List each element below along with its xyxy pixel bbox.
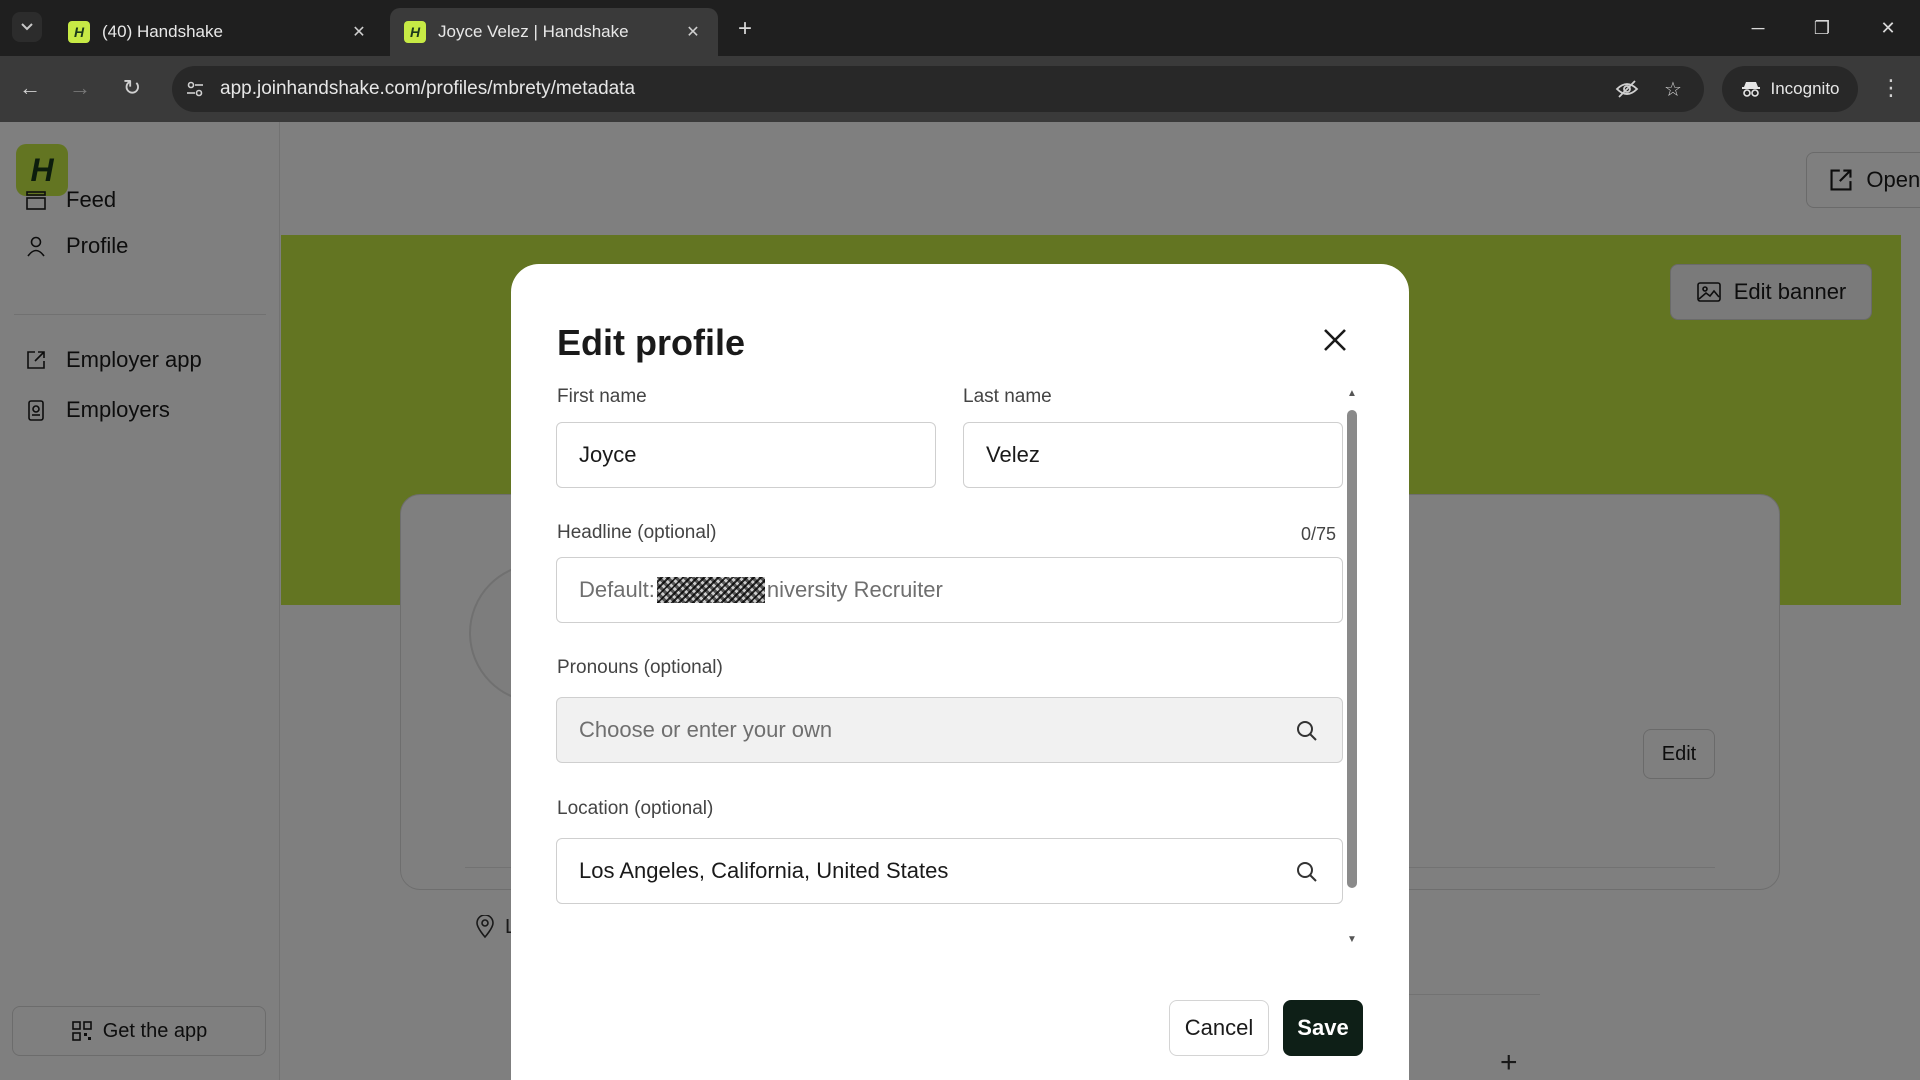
browser-tab-handshake[interactable]: H (40) Handshake ✕: [54, 8, 384, 56]
headline-label: Headline (optional): [557, 522, 717, 543]
tab-title: (40) Handshake: [102, 22, 223, 41]
incognito-indicator[interactable]: Incognito: [1722, 66, 1858, 112]
bookmark-star-icon[interactable]: ☆: [1658, 74, 1688, 104]
eye-off-icon[interactable]: [1612, 74, 1642, 104]
search-icon: [1294, 859, 1320, 885]
window-close-button[interactable]: ✕: [1870, 10, 1906, 46]
minimize-button[interactable]: ─: [1740, 10, 1776, 46]
headline-placeholder-suffix: niversity Recruiter: [766, 577, 943, 602]
scroll-down-arrow[interactable]: ▼: [1345, 934, 1359, 945]
first-name-field[interactable]: Joyce: [556, 422, 936, 488]
incognito-label: Incognito: [1770, 79, 1840, 98]
first-name-label: First name: [557, 386, 647, 407]
close-icon[interactable]: ✕: [682, 21, 704, 43]
dialog-title: Edit profile: [557, 322, 745, 363]
back-button[interactable]: ←: [12, 70, 48, 106]
edit-profile-dialog: Edit profile First name Joyce Last name …: [511, 264, 1409, 1080]
search-icon: [1294, 718, 1320, 744]
address-bar[interactable]: app.joinhandshake.com/profiles/mbrety/me…: [172, 66, 1704, 112]
new-tab-button[interactable]: +: [730, 14, 760, 44]
restore-button[interactable]: ❐: [1804, 10, 1840, 46]
location-field[interactable]: Los Angeles, California, United States: [556, 838, 1343, 904]
close-icon: [1324, 329, 1346, 351]
headline-field[interactable]: Default: niversity Recruiter: [556, 557, 1343, 623]
browser-toolbar: ← → ↻ app.joinhandshake.com/profiles/mbr…: [0, 56, 1920, 122]
location-label: Location (optional): [557, 798, 714, 819]
dialog-close-button[interactable]: [1311, 316, 1359, 364]
browser-menu-button[interactable]: ⋮: [1876, 70, 1906, 106]
browser-tab-joyce-velez[interactable]: H Joyce Velez | Handshake ✕: [390, 8, 718, 56]
location-value: Los Angeles, California, United States: [579, 858, 949, 883]
handshake-favicon-icon: H: [68, 21, 90, 43]
last-name-label: Last name: [963, 386, 1052, 407]
pronouns-placeholder: Choose or enter your own: [579, 717, 833, 742]
dialog-scrollbar-thumb[interactable]: [1347, 410, 1357, 888]
redacted-text: [656, 577, 765, 603]
forward-button[interactable]: →: [62, 70, 98, 106]
url-text[interactable]: app.joinhandshake.com/profiles/mbrety/me…: [220, 78, 635, 100]
handshake-favicon-icon: H: [404, 21, 426, 43]
incognito-icon: [1741, 82, 1760, 97]
browser-tab-bar: H (40) Handshake ✕ H Joyce Velez | Hands…: [0, 0, 1920, 56]
last-name-field[interactable]: Velez: [963, 422, 1343, 488]
chevron-down-icon: [21, 23, 33, 31]
pronouns-field[interactable]: Choose or enter your own: [556, 697, 1343, 763]
site-info-icon[interactable]: [180, 74, 210, 104]
tab-search-button[interactable]: [12, 12, 42, 42]
pronouns-label: Pronouns (optional): [557, 657, 723, 678]
tab-title: Joyce Velez | Handshake: [438, 22, 629, 41]
headline-char-counter: 0/75: [1301, 524, 1337, 544]
save-button[interactable]: Save: [1283, 1000, 1363, 1056]
cancel-button[interactable]: Cancel: [1169, 1000, 1269, 1056]
scroll-up-arrow[interactable]: ▲: [1345, 388, 1359, 399]
close-icon[interactable]: ✕: [348, 21, 370, 43]
reload-button[interactable]: ↻: [114, 70, 150, 106]
headline-placeholder-prefix: Default:: [579, 577, 655, 602]
